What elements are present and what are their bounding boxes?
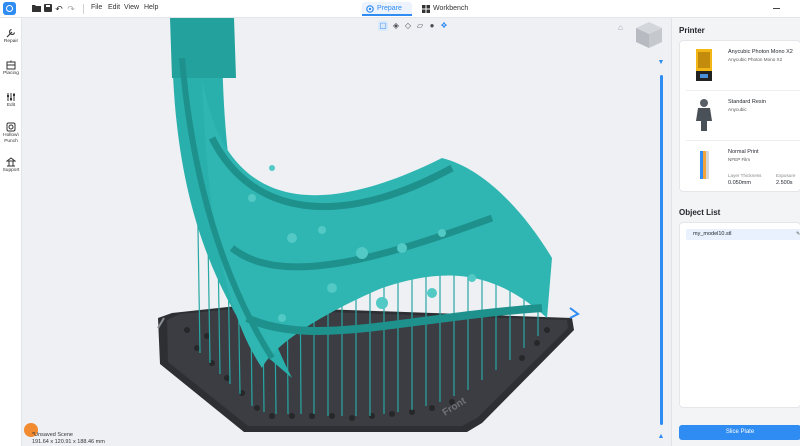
menu-edit[interactable]: Edit [108,4,120,11]
tool-repair[interactable]: Repair [0,28,22,45]
multi-icon[interactable]: ❖ [439,21,449,31]
left-toolbar: Repair Placing Edit Hollow\ Punch Suppor… [0,18,22,446]
printer-card: Anycubic Photon Mono X2 Anycubic Photon … [679,40,800,192]
open-folder-icon[interactable] [31,4,41,14]
scene-canvas[interactable]: Front [22,18,670,446]
tool-support-label: Support [2,168,20,173]
model-top-tower [170,18,236,78]
object-list-title: Object List [679,208,721,217]
resin-figure-thumbnail [696,99,712,131]
tool-placing-label: Placing [3,71,19,76]
scene-dimensions: 191.64 x 120.91 x 188.46 mm [32,439,105,445]
resin-name: Standard Resin [728,99,766,105]
object-name: my_model10.stl [693,231,732,237]
cube-wire-icon[interactable]: ◇ [403,21,413,31]
slider-track[interactable] [660,75,663,425]
hollow-punch-icon [6,122,16,132]
wrench-icon [6,28,16,38]
printer-resin[interactable]: Standard Resin Anycubic [680,91,800,139]
menu-file[interactable]: File [91,4,102,11]
layer-slider[interactable]: ▼ ▲ [655,45,667,446]
sphere-icon[interactable]: ● [427,21,437,31]
cube-outline-icon[interactable]: ▱ [415,21,425,31]
printer-name: Anycubic Photon Mono X2 [728,49,793,55]
profile-sub: NFEP Film [728,157,751,162]
printer-sub: Anycubic Photon Mono X2 [728,57,783,62]
redo-icon[interactable]: ↷ [66,4,76,14]
printer-thumbnail [696,49,712,81]
menu-view[interactable]: View [124,4,139,11]
tab-workbench[interactable]: Workbench [418,2,474,16]
slice-plate-button[interactable]: Slice Plate [679,425,800,440]
tool-hollow-punch[interactable]: Hollow\ Punch [0,122,22,145]
3d-viewport[interactable]: Front ▢ ◈ ◇ ▱ ● ❖ ⌂ *Unsaved Scene 191.6… [22,18,670,446]
menu-help[interactable]: Help [144,4,158,11]
workbench-icon [422,5,430,13]
tool-edit[interactable]: Edit [0,92,22,109]
print-profile[interactable]: Normal Print NFEP Film Layer Thickness 0… [680,141,800,189]
exposure-value: 2.500s [776,180,793,186]
tool-repair-label: Repair [3,39,19,44]
printer-title: Printer [679,26,705,35]
scene-name: *Unsaved Scene [32,432,73,438]
tool-support[interactable]: Support [0,157,22,174]
object-list-card: my_model10.stl ✎ [679,222,800,408]
save-icon[interactable] [43,4,53,14]
right-panel: Printer Anycubic Photon Mono X2 Anycubic… [671,18,800,446]
prepare-icon [366,5,374,13]
tab-workbench-label: Workbench [433,5,469,12]
profile-name: Normal Print [728,149,759,155]
list-item[interactable]: my_model10.stl ✎ [686,229,800,240]
resin-sub: Anycubic [728,107,747,112]
cube-shade-icon[interactable]: ◈ [391,21,401,31]
undo-icon[interactable]: ↶ [54,4,64,14]
app-logo-icon[interactable] [3,2,16,15]
profile-layers-icon [700,151,709,179]
tab-prepare-label: Prepare [377,5,402,12]
layer-thickness-label: Layer Thickness [728,173,762,178]
support-icon [6,157,16,167]
exposure-label: Exposure [776,173,796,178]
view-mode-icon[interactable]: ▢ [378,21,388,31]
tab-prepare[interactable]: Prepare [362,2,412,16]
edit-pencil-icon[interactable]: ✎ [796,231,800,237]
title-bar: ↶ ↷ File Edit View Help Prepare Workbenc… [0,0,800,18]
tool-edit-label: Edit [6,103,16,108]
placing-icon [6,60,16,70]
slider-bottom-handle-icon[interactable]: ▲ [657,433,665,441]
tool-placing[interactable]: Placing [0,60,22,77]
home-view-icon[interactable]: ⌂ [618,23,623,32]
slider-top-handle-icon[interactable]: ▼ [657,59,665,67]
printer-machine[interactable]: Anycubic Photon Mono X2 Anycubic Photon … [680,41,800,89]
layer-thickness-value: 0.050mm [728,180,751,186]
axis-marker-right [569,307,580,319]
minimize-window-icon[interactable] [773,8,780,9]
tool-hollow-punch-label: Hollow\ Punch [3,133,19,144]
toolbar-divider [83,4,84,14]
sliders-icon [7,93,15,101]
